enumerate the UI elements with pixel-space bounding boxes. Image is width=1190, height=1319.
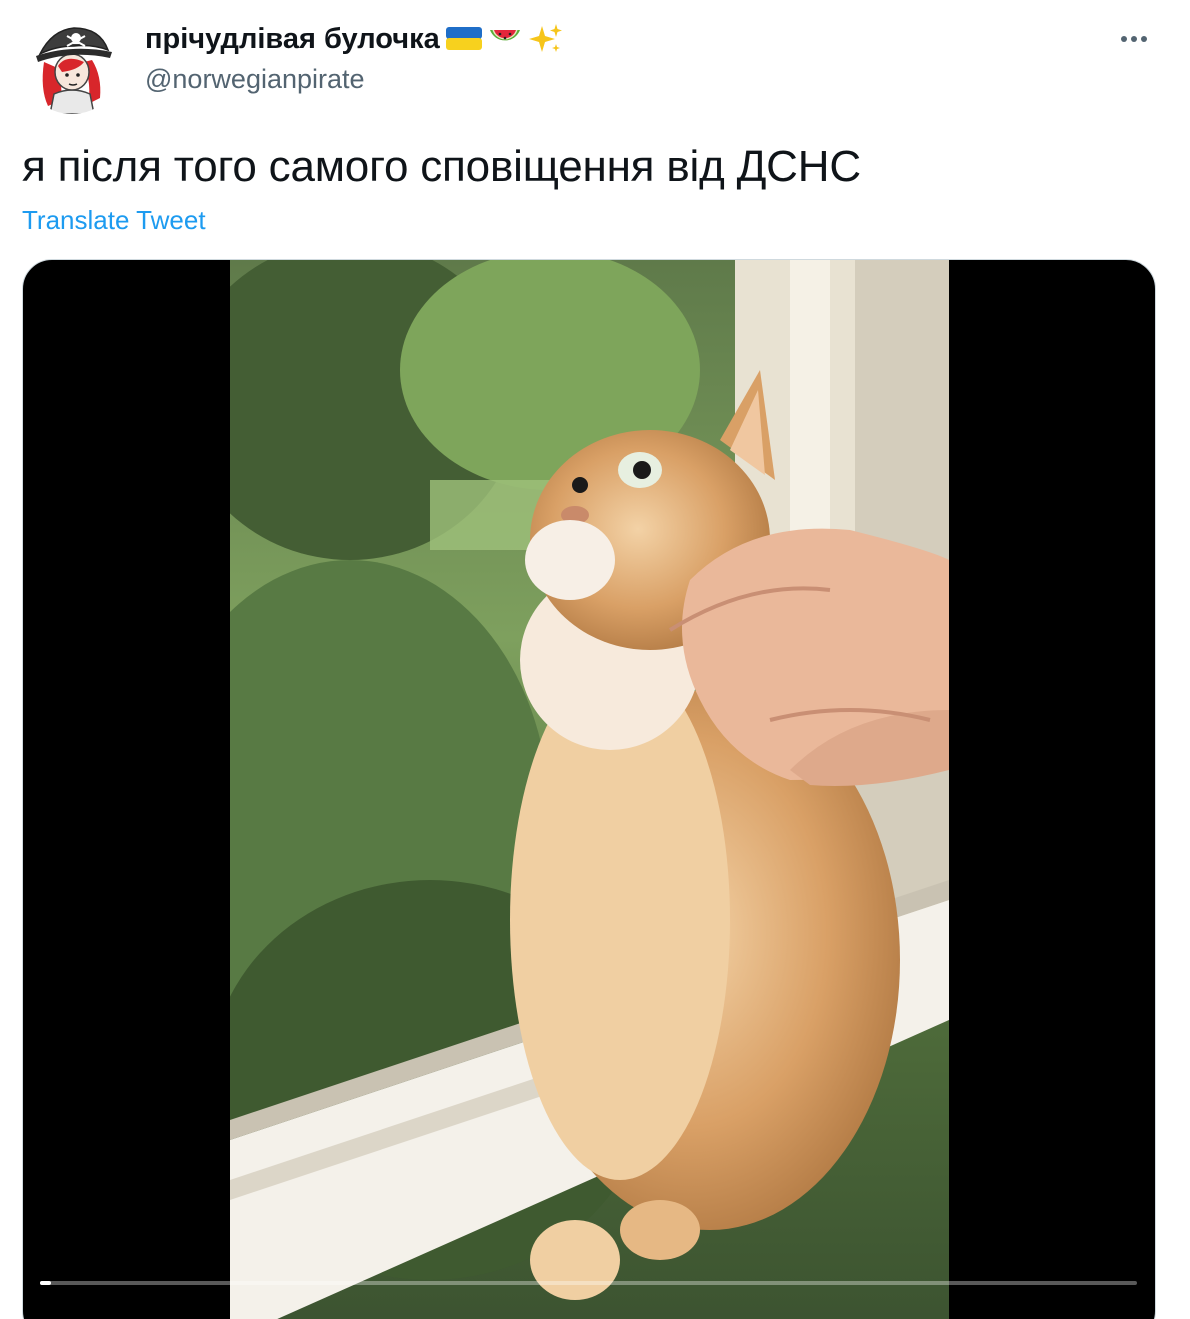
watermelon-icon bbox=[489, 30, 520, 41]
tweet-text: я після того самого сповіщення від ДСНС bbox=[22, 142, 861, 191]
avatar[interactable] bbox=[22, 14, 122, 114]
video-progress-bar[interactable] bbox=[40, 1281, 1137, 1285]
cat-video-thumbnail bbox=[230, 260, 949, 1319]
ukraine-flag-icon bbox=[445, 27, 482, 50]
more-dots-icon[interactable] bbox=[1112, 22, 1156, 56]
sparkles-icon bbox=[528, 24, 562, 52]
dot bbox=[1131, 36, 1137, 42]
author-handle[interactable]: @norwegianpirate bbox=[145, 64, 365, 95]
dot bbox=[1121, 36, 1127, 42]
tweet: прічудлівая булочка @norwegianpirate я п… bbox=[0, 0, 1190, 1319]
video-frame[interactable] bbox=[230, 260, 949, 1319]
author-display-name: прічудлівая булочка bbox=[145, 22, 440, 55]
video-progress-fill bbox=[40, 1281, 51, 1285]
author-name[interactable]: прічудлівая булочка bbox=[145, 22, 564, 56]
dot bbox=[1141, 36, 1147, 42]
translate-tweet-link[interactable]: Translate Tweet bbox=[22, 205, 206, 236]
pirate-avatar-icon bbox=[22, 14, 122, 114]
video-player[interactable] bbox=[22, 259, 1156, 1319]
